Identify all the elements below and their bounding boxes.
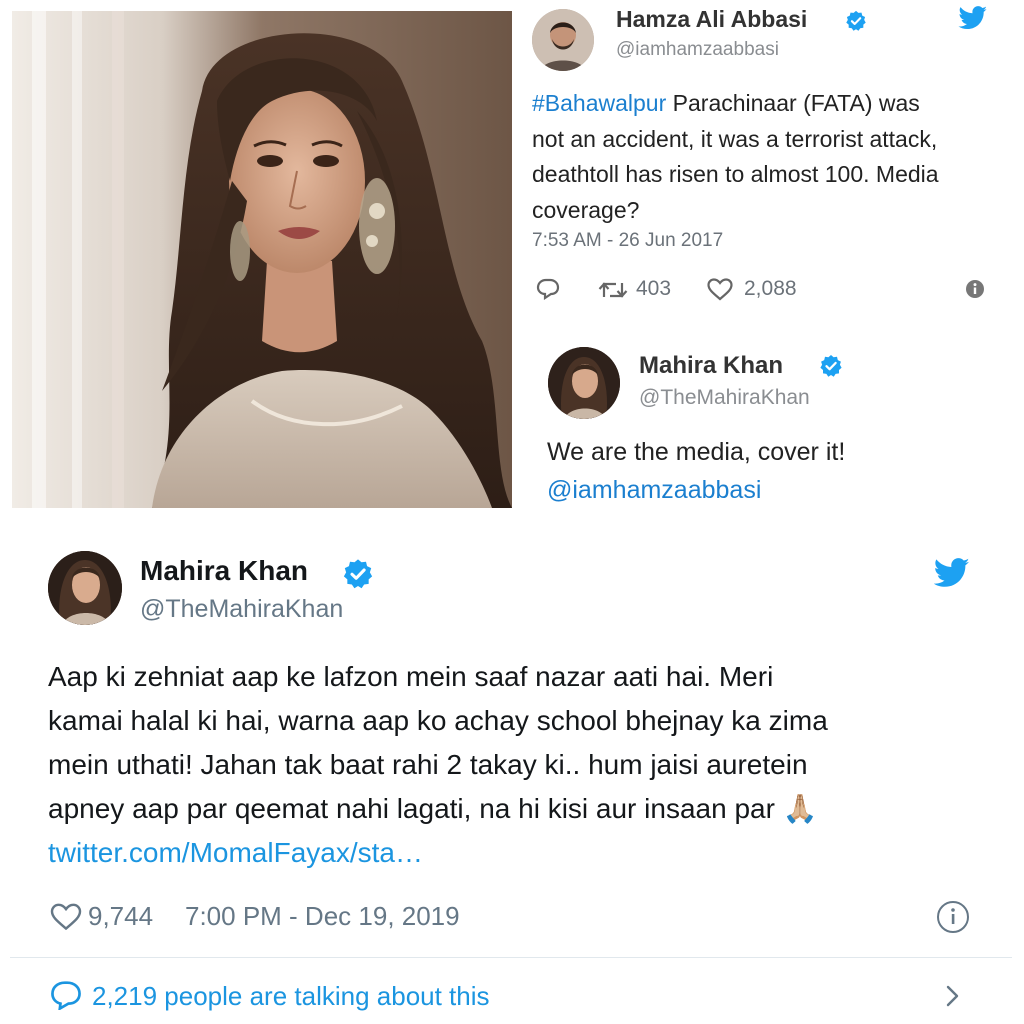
twitter-bird-icon[interactable] bbox=[958, 6, 988, 30]
info-icon[interactable] bbox=[965, 279, 985, 299]
author-name[interactable]: Mahira Khan bbox=[140, 555, 308, 587]
avatar-mahira[interactable] bbox=[48, 551, 122, 625]
author-handle[interactable]: @iamhamzaabbasi bbox=[616, 39, 779, 61]
tweet-body-line-3: deathtoll has risen to almost 100. Media bbox=[532, 161, 939, 187]
verified-badge-icon bbox=[820, 355, 842, 377]
avatar-mahira-reply[interactable] bbox=[548, 347, 620, 419]
tweet-body-line-1: #Bahawalpur Parachinaar (FATA) was bbox=[532, 86, 1012, 122]
speech-bubble-icon bbox=[51, 981, 81, 1010]
verified-badge-icon bbox=[343, 559, 373, 589]
tweet-timestamp[interactable]: 7:00 PM - Dec 19, 2019 bbox=[185, 901, 460, 932]
reply-author-handle[interactable]: @TheMahiraKhan bbox=[639, 386, 810, 410]
heart-icon[interactable] bbox=[707, 278, 733, 301]
retweet-icon[interactable] bbox=[598, 279, 628, 301]
hashtag-link[interactable]: #Bahawalpur bbox=[532, 90, 666, 116]
verified-badge-icon bbox=[846, 10, 866, 31]
twitter-bird-icon[interactable] bbox=[934, 558, 970, 588]
tweet-timestamp[interactable]: 7:53 AM - 26 Jun 2017 bbox=[532, 230, 723, 252]
author-handle[interactable]: @TheMahiraKhan bbox=[140, 595, 343, 624]
reply-author-name[interactable]: Mahira Khan bbox=[639, 352, 783, 380]
author-name[interactable]: Hamza Ali Abbasi bbox=[616, 6, 807, 33]
divider bbox=[10, 957, 1012, 958]
tweet-body-line-1: Aap ki zehniat aap ke lafzon mein saaf n… bbox=[48, 661, 774, 692]
embedded-tweet-hamza: Hamza Ali Abbasi @iamhamzaabbasi #Bahawa… bbox=[512, 0, 1024, 508]
like-count: 2,088 bbox=[744, 277, 797, 300]
retweet-count: 403 bbox=[636, 277, 672, 300]
tweet-body-line-2: kamai halal ki hai, warna aap ko achay s… bbox=[48, 705, 828, 736]
chevron-right-icon[interactable] bbox=[944, 984, 962, 1008]
tweet-text-segment: apney aap par qeemat nahi lagati, na hi … bbox=[48, 793, 775, 824]
tweet-body-line-3: mein uthati! Jahan tak baat rahi 2 takay… bbox=[48, 749, 808, 780]
tweet-body: #Bahawalpur Parachinaar (FATA) was not a… bbox=[532, 86, 1012, 228]
like-count: 9,744 bbox=[88, 901, 154, 931]
tweet-body-line-2: not an accident, it was a terrorist atta… bbox=[532, 125, 938, 152]
tweet-link[interactable]: twitter.com/MomalFayax/sta… bbox=[48, 831, 988, 875]
embedded-tweet-mahira: Mahira Khan @TheMahiraKhan Aap ki zehnia… bbox=[0, 514, 1024, 1024]
talking-about-link[interactable]: 2,219 people are talking about this bbox=[92, 981, 490, 1012]
reply-icon[interactable] bbox=[536, 278, 560, 300]
tweet-text-segment: Parachinaar (FATA) was bbox=[666, 90, 920, 116]
tweet-body-line-4: coverage? bbox=[532, 196, 640, 223]
folded-hands-emoji: 🙏🏼 bbox=[782, 793, 818, 824]
heart-icon[interactable] bbox=[50, 903, 82, 931]
tweet-body: Aap ki zehniat aap ke lafzon mein saaf n… bbox=[48, 655, 988, 875]
info-icon[interactable] bbox=[936, 900, 970, 934]
avatar-mahira-reply-image bbox=[548, 347, 620, 419]
reply-text: We are the media, cover it! bbox=[547, 438, 846, 466]
avatar-mahira-image bbox=[48, 551, 122, 625]
reply-mention-link[interactable]: @iamhamzaabbasi bbox=[547, 476, 761, 505]
portrait-illustration bbox=[12, 11, 512, 508]
avatar-hamza[interactable] bbox=[532, 9, 594, 71]
avatar-hamza-image bbox=[532, 9, 594, 71]
tweet-body-line-4: apney aap par qeemat nahi lagati, na hi … bbox=[48, 787, 988, 831]
portrait-photo bbox=[12, 11, 512, 508]
